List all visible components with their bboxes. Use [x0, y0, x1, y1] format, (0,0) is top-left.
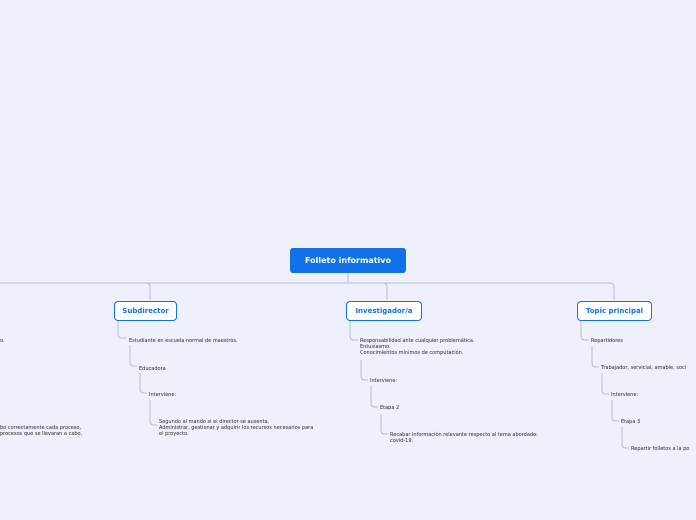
left-branch-text-1: o.	[0, 338, 5, 344]
subdirector-detail: Segundo al mando si el director se ausen…	[159, 419, 314, 437]
investigador-detail-connector	[380, 414, 388, 435]
investigador-connector	[382, 282, 388, 300]
etapa3-connector	[611, 400, 619, 422]
branch-node-investigador[interactable]: Investigador/a	[346, 301, 422, 321]
interviene-connector	[139, 373, 147, 394]
investigador-etapa: Etapa 2	[380, 405, 400, 411]
investigador-interviene: Interviene:	[370, 378, 398, 384]
subdirector-detail-connector	[149, 400, 157, 426]
investigador-detail: Recabar información relevante respecto a…	[390, 432, 538, 444]
investigador-desc-connector	[349, 321, 358, 341]
topic-role: Repartidores	[591, 338, 623, 344]
topic-interviene: Interviene:	[611, 392, 639, 398]
subdirector-desc-connector	[117, 321, 127, 339]
topic-desc-connector	[591, 346, 599, 368]
subdirector-role: Educadora	[139, 366, 166, 372]
educadora-connector	[129, 345, 137, 367]
subdirector-interviene: Interviene:	[149, 392, 177, 398]
subdirector-connector	[145, 282, 151, 300]
mind-map-canvas: Folleto informativo o. bo correctamente …	[0, 0, 696, 520]
branch-node-subdirector[interactable]: Subdirector	[114, 301, 177, 321]
investigador-interviene-connector	[360, 360, 368, 381]
topic-detail: Repartir folletos a la po	[631, 446, 690, 452]
branch-node-topic-principal[interactable]: Topic principal	[577, 301, 652, 321]
left-branch-text-3: procesos que se llevaran a cabo,	[0, 431, 83, 437]
repartidores-connector	[580, 321, 589, 341]
etapa2-connector	[370, 386, 378, 408]
topic-etapa: Etapa 3	[621, 419, 641, 425]
topic-interviene-connector	[601, 373, 609, 395]
subdirector-description: Estudiante en escuela normal de maestros…	[129, 338, 238, 344]
topic-description: Trabajador, servicial, amable, soci	[601, 365, 687, 371]
root-node[interactable]: Folleto informativo	[290, 248, 406, 273]
investigador-description: Responsabilidad ante cualquier problemát…	[360, 338, 475, 356]
branch-bus-connector	[0, 282, 615, 300]
topic-detail-connector	[621, 427, 629, 449]
